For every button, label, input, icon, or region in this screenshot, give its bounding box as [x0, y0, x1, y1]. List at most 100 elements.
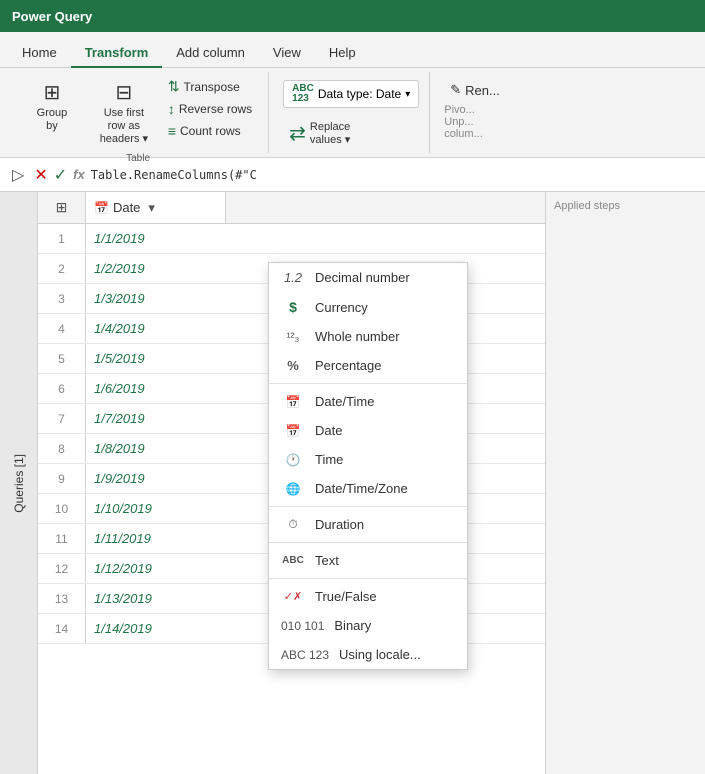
formula-bar: ▷ ✕ ✓ fx Table.RenameColumns(#"C — [0, 158, 705, 192]
row-cell: 1/3/2019 — [86, 291, 226, 306]
dropdown-divider — [269, 506, 467, 507]
dropdown-item-duration[interactable]: ⏱ Duration — [269, 510, 467, 539]
dropdown-divider — [269, 578, 467, 579]
dropdown-label-percentage: Percentage — [315, 358, 382, 373]
rename-label: Ren... — [465, 83, 500, 98]
row-number: 11 — [38, 524, 86, 553]
transpose-button[interactable]: ⇅ Transpose — [162, 76, 258, 97]
table-group-label: Table — [126, 151, 150, 164]
ribbon-group-table: ⊞ Groupby ⊟ Use first row asheaders ▾ ⇅ … — [8, 72, 269, 153]
group-by-label: Groupby — [37, 107, 68, 133]
dropdown-label-text: Text — [315, 553, 339, 568]
row-number: 4 — [38, 314, 86, 343]
dropdown-label-currency: Currency — [315, 300, 368, 315]
right-panel: Applied steps — [545, 192, 705, 774]
dropdown-item-truefalse[interactable]: ✓✗ True/False — [269, 582, 467, 611]
right-panel-label: Applied steps — [554, 200, 697, 212]
transpose-label: Transpose — [184, 80, 240, 94]
row-cell: 1/14/2019 — [86, 621, 226, 636]
left-sidebar: Queries [1] — [0, 192, 38, 774]
ribbon-tabs: Home Transform Add column View Help — [0, 32, 705, 68]
ribbon-group-datatype: ABC123 Data type: Date ▾ ⇄ Replacevalues… — [273, 72, 430, 153]
date-column-header[interactable]: 📅 Date ▾ — [86, 192, 226, 223]
use-first-row-icon: ⊟ — [115, 80, 132, 105]
dropdown-item-whole[interactable]: ¹²₃ Whole number — [269, 322, 467, 351]
dropdown-label-locale: Using locale... — [339, 647, 421, 662]
dropdown-icon-whole: ¹²₃ — [281, 330, 305, 344]
dropdown-item-text[interactable]: ABC Text — [269, 546, 467, 575]
tab-view[interactable]: View — [259, 39, 315, 68]
dropdown-item-locale[interactable]: ABC 123 Using locale... — [269, 640, 467, 669]
dropdown-icon-locale: ABC 123 — [281, 648, 329, 662]
dropdown-icon-duration: ⏱ — [281, 517, 305, 532]
row-number: 14 — [38, 614, 86, 643]
use-first-row-label: Use first row asheaders ▾ — [96, 107, 152, 147]
columns-label: colum... — [444, 128, 483, 140]
group-by-button[interactable]: ⊞ Groupby — [18, 76, 86, 137]
sidebar-label: Queries [1] — [12, 454, 26, 513]
dropdown-icon-percentage: % — [281, 358, 305, 373]
dropdown-label-whole: Whole number — [315, 329, 400, 344]
row-number: 6 — [38, 374, 86, 403]
tab-help[interactable]: Help — [315, 39, 370, 68]
row-number: 7 — [38, 404, 86, 433]
fx-label: fx — [73, 167, 85, 182]
row-cell: 1/5/2019 — [86, 351, 226, 366]
row-cell: 1/4/2019 — [86, 321, 226, 336]
formula-content: Table.RenameColumns(#"C — [91, 168, 257, 182]
dropdown-icon-time: 🕐 — [281, 453, 305, 467]
formula-cancel-button[interactable]: ✕ — [34, 165, 47, 185]
row-cell: 1/1/2019 — [86, 231, 226, 246]
dropdown-item-date[interactable]: 📅 Date — [269, 416, 467, 445]
dropdown-label-duration: Duration — [315, 517, 364, 532]
datatype-dropdown-menu[interactable]: 1.2 Decimal number $ Currency ¹²₃ Whole … — [268, 262, 468, 670]
row-number: 12 — [38, 554, 86, 583]
dropdown-icon-datetimezone: 🌐 — [281, 482, 305, 496]
row-cell: 1/8/2019 — [86, 441, 226, 456]
dropdown-item-datetimezone[interactable]: 🌐 Date/Time/Zone — [269, 474, 467, 503]
datatype-button[interactable]: ABC123 Data type: Date ▾ — [283, 80, 419, 108]
formula-confirm-button[interactable]: ✓ — [54, 165, 67, 185]
datatype-label: Data type: Date — [318, 87, 401, 101]
dropdown-label-truefalse: True/False — [315, 589, 377, 604]
row-number: 5 — [38, 344, 86, 373]
use-first-row-button[interactable]: ⊟ Use first row asheaders ▾ — [90, 76, 158, 151]
table-row[interactable]: 1 1/1/2019 — [38, 224, 545, 254]
dropdown-item-binary[interactable]: 010 101 Binary — [269, 611, 467, 640]
row-cell: 1/9/2019 — [86, 471, 226, 486]
count-rows-button[interactable]: ≡ Count rows — [162, 121, 258, 141]
dropdown-icon-date: 📅 — [281, 424, 305, 438]
reverse-rows-icon: ↕ — [168, 101, 175, 117]
dropdown-label-binary: Binary — [334, 618, 371, 633]
rename-button[interactable]: ✎ Ren... — [444, 80, 506, 100]
dropdown-icon-truefalse: ✓✗ — [281, 590, 305, 603]
row-cell: 1/7/2019 — [86, 411, 226, 426]
row-number: 10 — [38, 494, 86, 523]
replace-values-label: Replacevalues ▾ — [310, 121, 350, 146]
dropdown-item-datetime[interactable]: 📅 Date/Time — [269, 387, 467, 416]
row-number: 1 — [38, 224, 86, 253]
row-cell: 1/2/2019 — [86, 261, 226, 276]
reverse-rows-button[interactable]: ↕ Reverse rows — [162, 99, 258, 119]
replace-values-button[interactable]: ⇄ Replacevalues ▾ — [283, 114, 356, 153]
rename-icon: ✎ — [450, 82, 461, 98]
unpivot-label: Unp... — [444, 116, 473, 128]
tab-transform[interactable]: Transform — [71, 39, 163, 68]
grid-header: ⊞ 📅 Date ▾ — [38, 192, 545, 224]
table-small-btns: ⇅ Transpose ↕ Reverse rows ≡ Count rows — [162, 76, 258, 141]
tab-home[interactable]: Home — [8, 39, 71, 68]
ribbon-group-pivot: ✎ Ren... Pivo... Unp... colum... — [434, 72, 516, 153]
title-bar: Power Query — [0, 0, 705, 32]
dropdown-item-percentage[interactable]: % Percentage — [269, 351, 467, 380]
tab-add-column[interactable]: Add column — [162, 39, 259, 68]
grid-icon: ⊞ — [56, 199, 68, 216]
dropdown-item-decimal[interactable]: 1.2 Decimal number — [269, 263, 467, 292]
dropdown-item-currency[interactable]: $ Currency — [269, 292, 467, 322]
dropdown-icon-text: ABC — [281, 556, 305, 566]
date-col-dropdown[interactable]: ▾ — [148, 200, 155, 216]
formula-expand-button[interactable]: ▷ — [8, 165, 28, 185]
dropdown-label-time: Time — [315, 452, 343, 467]
dropdown-item-time[interactable]: 🕐 Time — [269, 445, 467, 474]
dropdown-label-datetimezone: Date/Time/Zone — [315, 481, 408, 496]
dropdown-divider — [269, 383, 467, 384]
